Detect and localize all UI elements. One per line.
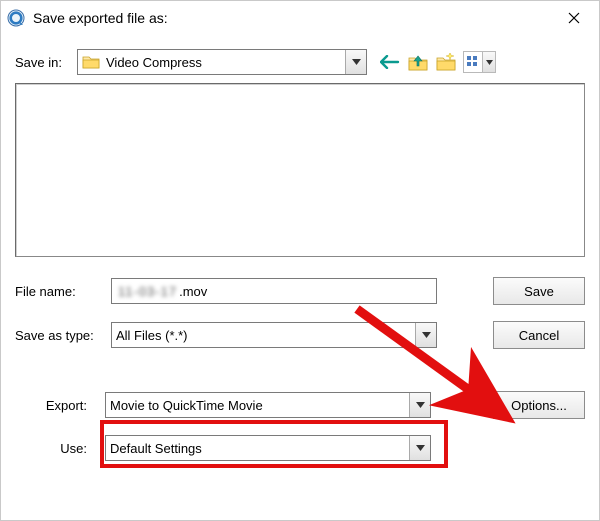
saveastype-label: Save as type:	[15, 328, 111, 343]
save-dialog-window: Save exported file as: Save in: Video Co…	[0, 0, 600, 521]
use-dropdown-icon[interactable]	[409, 436, 430, 460]
view-mode-button[interactable]	[463, 51, 496, 73]
save-in-value: Video Compress	[106, 55, 345, 70]
quicktime-app-icon	[7, 9, 25, 27]
export-row: Export: Movie to QuickTime Movie Options…	[15, 391, 585, 419]
file-list-pane[interactable]	[15, 83, 585, 257]
view-mode-drop-icon[interactable]	[482, 52, 495, 72]
options-button[interactable]: Options...	[493, 391, 585, 419]
saveastype-value: All Files (*.*)	[116, 328, 415, 343]
use-value: Default Settings	[110, 441, 409, 456]
use-label: Use:	[15, 441, 105, 456]
save-in-combo[interactable]: Video Compress	[77, 49, 367, 75]
titlebar: Save exported file as:	[1, 1, 599, 35]
new-folder-icon[interactable]	[435, 51, 457, 73]
up-one-level-icon[interactable]	[407, 51, 429, 73]
filename-row: File name: 11-03-17.mov Save	[15, 277, 585, 305]
saveastype-combo[interactable]: All Files (*.*)	[111, 322, 437, 348]
filename-label: File name:	[15, 284, 111, 299]
window-title: Save exported file as:	[33, 10, 551, 26]
save-button-label: Save	[524, 284, 554, 299]
save-in-row: Save in: Video Compress	[15, 49, 585, 75]
saveastype-dropdown-icon[interactable]	[415, 323, 436, 347]
save-in-dropdown-icon[interactable]	[345, 50, 366, 74]
saveastype-row: Save as type: All Files (*.*) Cancel	[15, 321, 585, 349]
options-button-label: Options...	[511, 398, 567, 413]
nav-toolbar	[379, 51, 496, 73]
save-in-label: Save in:	[15, 55, 77, 70]
cancel-button-label: Cancel	[519, 328, 559, 343]
view-mode-icon	[464, 55, 482, 69]
use-row: Use: Default Settings	[15, 435, 585, 461]
filename-input[interactable]: 11-03-17.mov	[111, 278, 437, 304]
export-section: Export: Movie to QuickTime Movie Options…	[15, 391, 585, 461]
export-label: Export:	[15, 398, 105, 413]
filename-value-suffix: .mov	[179, 284, 207, 299]
save-button[interactable]: Save	[493, 277, 585, 305]
folder-icon	[82, 54, 100, 70]
export-combo[interactable]: Movie to QuickTime Movie	[105, 392, 431, 418]
export-value: Movie to QuickTime Movie	[110, 398, 409, 413]
filename-value-blurred: 11-03-17	[118, 284, 177, 299]
export-dropdown-icon[interactable]	[409, 393, 430, 417]
dialog-body: Save in: Video Compress	[1, 35, 599, 475]
close-button[interactable]	[551, 2, 597, 34]
cancel-button[interactable]: Cancel	[493, 321, 585, 349]
use-combo[interactable]: Default Settings	[105, 435, 431, 461]
back-icon[interactable]	[379, 51, 401, 73]
